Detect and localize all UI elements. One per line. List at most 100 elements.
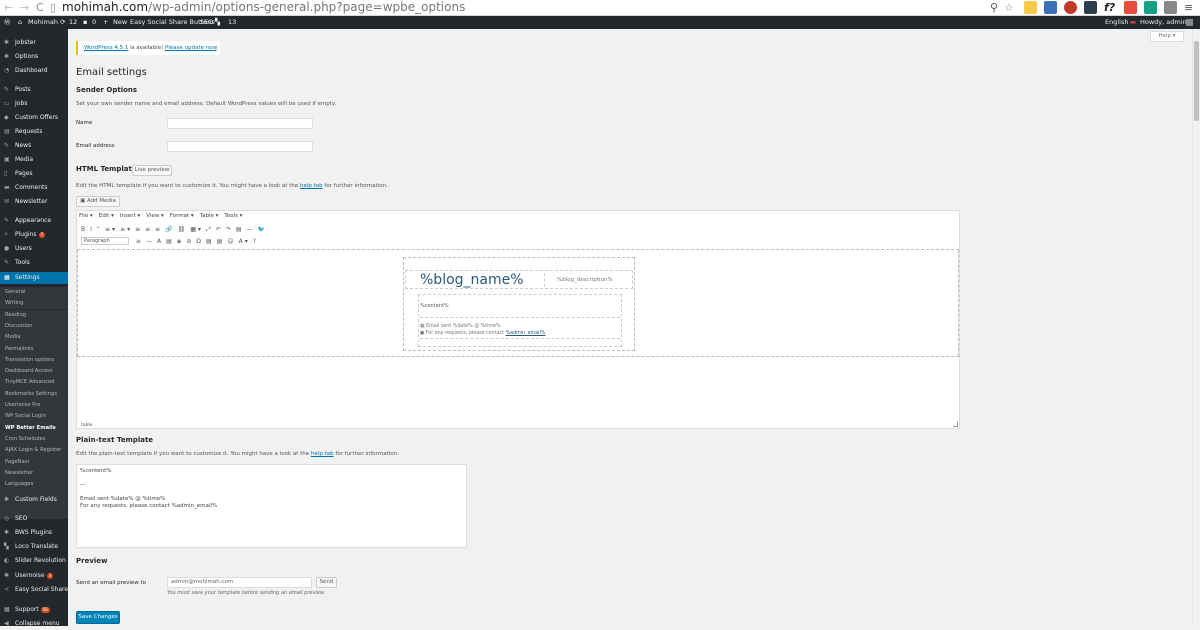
toolbar-button-icon[interactable]: ▤ xyxy=(166,238,174,245)
toolbar-button-icon[interactable]: ▤ xyxy=(236,226,244,233)
editor-menu-edit[interactable]: Edit ▾ xyxy=(99,213,114,219)
add-media-button[interactable]: ▣ Add Media xyxy=(76,196,120,207)
star-icon[interactable]: ☆ xyxy=(1004,1,1014,15)
sidebar-item-settings[interactable]: ▦ Settings xyxy=(0,272,68,284)
submenu-item-reading[interactable]: Reading xyxy=(0,309,68,321)
toolbar-button-icon[interactable]: A xyxy=(157,238,163,245)
seo-link[interactable]: SEO xyxy=(200,16,213,29)
reload-icon[interactable]: C xyxy=(36,1,44,15)
live-preview-button[interactable]: Live preview xyxy=(132,165,172,176)
submenu-item-newsletter[interactable]: Newsletter xyxy=(0,467,68,479)
extra-count[interactable]: 13 xyxy=(228,16,236,29)
email-address-input[interactable] xyxy=(167,141,313,152)
sidebar-item-bws-plugins[interactable]: ✱ BWS Plugins xyxy=(0,527,68,539)
submenu-item-media[interactable]: Media xyxy=(0,332,68,344)
sidebar-item-easy-social-share-buttons[interactable]: ≺ Easy Social Share Buttons xyxy=(0,584,68,596)
toolbar-button-icon[interactable]: ▤ xyxy=(217,238,225,245)
toolbar-button-icon[interactable]: ☺ xyxy=(227,238,235,245)
sidebar-item-users[interactable]: ● Users xyxy=(0,243,68,255)
extension-formula-icon[interactable]: f? xyxy=(1104,1,1115,15)
sidebar-item-plugins[interactable]: ⚡ Plugins 7 xyxy=(0,229,68,241)
sidebar-item-jobster[interactable]: ✱ Jobster xyxy=(0,37,68,49)
menu-icon[interactable]: ≡ xyxy=(1184,1,1193,15)
toolbar-button-icon[interactable]: ▦▾ xyxy=(190,226,203,233)
extension-blue-icon[interactable] xyxy=(1044,1,1057,14)
sidebar-item-tools[interactable]: ✎ Tools xyxy=(0,257,68,269)
preview-email-input[interactable]: admin@mohimah.com xyxy=(167,577,312,588)
plain-text-template-textarea[interactable]: %content% --- Email sent %date% @ %time%… xyxy=(76,464,467,548)
submenu-item-permalinks[interactable]: Permalinks xyxy=(0,343,68,355)
toolbar-button-icon[interactable]: ↶ xyxy=(216,226,223,233)
submenu-item-bookmarks-settings[interactable]: Bookmarks Settings xyxy=(0,388,68,400)
submenu-item-wp-better-emails[interactable]: WP Better Emails xyxy=(0,422,68,434)
editor-menu-insert[interactable]: Insert ▾ xyxy=(120,213,140,219)
submenu-item-ajax-login-register[interactable]: AJAX Login & Register xyxy=(0,445,68,457)
toolbar-button-icon[interactable]: ≡ xyxy=(136,238,143,245)
toolbar-button-icon[interactable]: ≡▾ xyxy=(105,226,117,233)
sidebar-item-media[interactable]: ▣ Media xyxy=(0,154,68,166)
forward-icon[interactable]: → xyxy=(20,1,29,15)
toolbar-button-icon[interactable]: 🔗 xyxy=(165,226,174,233)
editor-content-area[interactable]: %blog_name% %blog_description% %content%… xyxy=(77,249,959,357)
toolbar-button-icon[interactable]: Ω xyxy=(196,238,203,245)
resize-handle[interactable] xyxy=(953,422,958,427)
extension-green-icon[interactable] xyxy=(1144,1,1157,14)
wordpress-version-link[interactable]: WordPress 4.5.1 xyxy=(84,45,128,51)
submenu-item-tinymce-advanced[interactable]: TinyMCE Advanced xyxy=(0,377,68,389)
address-bar[interactable]: mohimah.com/wp-admin/options-general.php… xyxy=(62,0,465,15)
page-scrollbar[interactable] xyxy=(1192,29,1200,626)
toolbar-button-icon[interactable]: ⊘ xyxy=(186,238,193,245)
editor-menu-view[interactable]: View ▾ xyxy=(146,213,164,219)
sidebar-item-jobs[interactable]: ▭ Jobs xyxy=(0,98,68,110)
new-link[interactable]: New xyxy=(113,16,127,29)
submenu-item-general[interactable]: General xyxy=(0,287,68,298)
html-template-editor[interactable]: File ▾ Edit ▾ Insert ▾ View ▾ Format ▾ Table … xyxy=(76,210,960,429)
toolbar-button-icon[interactable]: A▾ xyxy=(239,238,250,245)
sidebar-item-requests[interactable]: ▤ Requests xyxy=(0,126,68,138)
save-changes-button[interactable]: Save Changes xyxy=(76,611,120,624)
sidebar-item-posts[interactable]: ✎ Posts xyxy=(0,84,68,96)
sidebar-item-support[interactable]: ▦ Support 56 xyxy=(0,604,68,616)
toolbar-button-icon[interactable]: ↷ xyxy=(226,226,233,233)
search-icon[interactable]: ⚲ xyxy=(990,1,998,15)
toolbar-button-icon[interactable]: ⤢ xyxy=(206,226,213,234)
format-select[interactable]: Paragraph xyxy=(81,237,129,245)
extension-dark-icon[interactable] xyxy=(1084,1,1097,14)
toolbar-button-icon[interactable]: ≡▾ xyxy=(120,226,132,233)
submenu-item-cron-schedules[interactable]: Cron Schedules xyxy=(0,433,68,445)
sidebar-item-pages[interactable]: ▯ Pages xyxy=(0,168,68,180)
toolbar-button-icon[interactable]: ≡ xyxy=(135,226,142,233)
help-tab-button[interactable]: Help ▾ xyxy=(1150,31,1184,42)
toolbar-button-icon[interactable]: ≡ xyxy=(145,226,152,233)
name-input[interactable] xyxy=(167,118,313,129)
submenu-item-discussion[interactable]: Discussion xyxy=(0,320,68,332)
sidebar-item-appearance[interactable]: ✎ Appearance xyxy=(0,215,68,227)
html-help-tab-link[interactable]: help tab xyxy=(300,183,323,189)
toolbar-button-icon[interactable]: — xyxy=(247,226,255,233)
toolbar-button-icon[interactable]: B xyxy=(81,226,87,233)
update-now-link[interactable]: Please update now xyxy=(165,45,217,51)
toolbar-button-icon[interactable]: — xyxy=(146,238,154,245)
wordpress-logo-icon[interactable]: Ⓦ xyxy=(4,16,11,29)
toolbar-button-icon[interactable]: ? xyxy=(253,238,258,245)
submenu-item-usernoise-pro[interactable]: Usernoise Pro xyxy=(0,400,68,411)
toolbar-button-icon[interactable]: ≡ xyxy=(155,226,162,233)
sidebar-item-collapse-menu[interactable]: ◀ Collapse menu xyxy=(0,618,68,630)
site-name-link[interactable]: Mohimah xyxy=(28,16,58,29)
submenu-item-languages[interactable]: Languages xyxy=(0,479,68,491)
sidebar-item-options[interactable]: ✱ Options xyxy=(0,51,68,63)
submenu-item-pagenavi[interactable]: PageNavi xyxy=(0,456,68,468)
sidebar-item-newsletter[interactable]: ✉ Newsletter xyxy=(0,196,68,208)
extension-opera-icon[interactable] xyxy=(1064,1,1077,14)
scroll-thumb[interactable] xyxy=(1194,41,1199,121)
toolbar-button-icon[interactable]: 🐦 xyxy=(258,226,267,233)
updates-count[interactable]: 12 xyxy=(69,16,77,29)
language-switcher[interactable]: English xyxy=(1105,16,1128,29)
submenu-item-dashboard-access[interactable]: Dashboard Access xyxy=(0,366,68,378)
extension-red-icon[interactable] xyxy=(1124,1,1137,14)
editor-menu-table[interactable]: Table ▾ xyxy=(200,213,219,219)
howdy-link[interactable]: Howdy, admin xyxy=(1140,16,1187,29)
editor-menu-format[interactable]: Format ▾ xyxy=(170,213,194,219)
plain-help-tab-link[interactable]: help tab xyxy=(311,451,334,457)
sidebar-item-comments[interactable]: ▬ Comments xyxy=(0,182,68,194)
